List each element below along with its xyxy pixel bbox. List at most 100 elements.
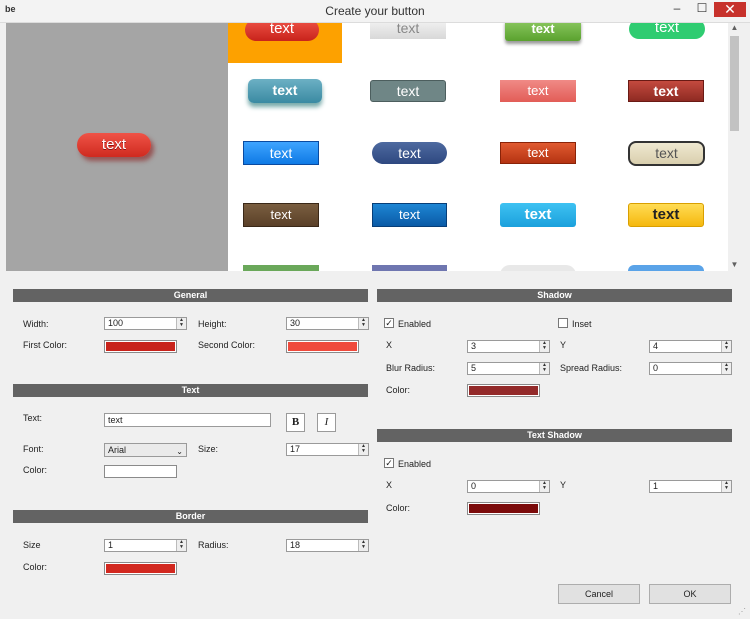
gallery-button[interactable]: text [505, 23, 581, 41]
shadow-inset-label: Inset [572, 319, 592, 329]
radius-label: Radius: [198, 540, 229, 550]
text-shadow-x-stepper[interactable]: 0 ▲ ▼ [467, 480, 550, 493]
text-shadow-x-label: X [386, 480, 393, 490]
spinner-arrows-icon[interactable]: ▲ ▼ [721, 341, 731, 352]
gallery-button[interactable]: text [628, 203, 704, 227]
blur-radius-stepper[interactable]: 5 ▲ ▼ [467, 362, 550, 375]
spinner-arrows-icon[interactable]: ▲ ▼ [176, 318, 186, 329]
gallery-button[interactable]: text [243, 141, 319, 165]
spread-radius-label: Spread Radius: [560, 363, 623, 373]
gallery-button[interactable]: text [372, 203, 447, 227]
first-color-picker[interactable] [104, 340, 177, 353]
gallery-button[interactable]: text [500, 80, 576, 102]
text-color-picker[interactable] [104, 465, 177, 478]
text-shadow-enabled-checkbox[interactable]: ✓ [384, 458, 394, 468]
spinner-arrows-icon[interactable]: ▲ ▼ [539, 341, 549, 352]
gallery-button[interactable]: text [370, 80, 446, 102]
general-header: General [13, 289, 368, 302]
font-value: Arial [108, 445, 127, 455]
height-value: 30 [290, 318, 301, 328]
font-select[interactable]: Arial ⌄ [104, 443, 187, 457]
gallery-button-partial[interactable] [372, 265, 447, 271]
spinner-arrows-icon[interactable]: ▲ ▼ [721, 363, 731, 374]
bold-button[interactable]: B [286, 413, 305, 432]
spinner-arrows-icon[interactable]: ▲ ▼ [358, 444, 368, 455]
spread-radius-stepper[interactable]: 0 ▲ ▼ [649, 362, 732, 375]
window-title: Create your button [325, 4, 425, 18]
spinner-arrows-icon[interactable]: ▲ ▼ [358, 318, 368, 329]
gallery-button[interactable]: text [245, 23, 319, 41]
maximize-button[interactable]: ☐ [690, 2, 714, 17]
height-stepper[interactable]: 30 ▲ ▼ [286, 317, 369, 330]
text-color-label: Color: [23, 465, 48, 475]
shadow-inset-checkbox[interactable] [558, 318, 568, 328]
text-shadow-enabled-label: Enabled [398, 459, 432, 469]
spinner-arrows-icon[interactable]: ▲ ▼ [721, 481, 731, 492]
gallery-button[interactable]: text [500, 142, 576, 164]
blur-radius-value: 5 [471, 363, 477, 373]
spinner-arrows-icon[interactable]: ▲ ▼ [176, 540, 186, 551]
shadow-y-label: Y [560, 340, 567, 350]
text-input[interactable]: text [104, 413, 271, 427]
first-color-label: First Color: [23, 340, 68, 350]
border-color-swatch [106, 564, 175, 573]
gallery-button[interactable]: text [370, 23, 446, 39]
italic-button[interactable]: I [317, 413, 336, 432]
font-size-stepper[interactable]: 17 ▲ ▼ [286, 443, 369, 456]
spinner-arrows-icon[interactable]: ▲ ▼ [539, 481, 549, 492]
text-shadow-y-label: Y [560, 480, 567, 490]
gallery-button-partial[interactable] [500, 265, 576, 271]
shadow-color-swatch [469, 386, 538, 395]
gallery-button[interactable]: text [248, 79, 322, 103]
gallery-button[interactable]: text [629, 23, 705, 39]
minimize-button[interactable]: – [665, 2, 689, 17]
shadow-color-picker[interactable] [467, 384, 540, 397]
gallery-button[interactable]: text [372, 142, 447, 164]
border-size-stepper[interactable]: 1 ▲ ▼ [104, 539, 187, 552]
shadow-y-stepper[interactable]: 4 ▲ ▼ [649, 340, 732, 353]
scroll-up-arrow-icon[interactable]: ▲ [728, 23, 741, 35]
radius-stepper[interactable]: 18 ▲ ▼ [286, 539, 369, 552]
text-shadow-y-stepper[interactable]: 1 ▲ ▼ [649, 480, 732, 493]
resize-grip-icon[interactable]: ⋰ [738, 607, 746, 616]
gallery-button-partial[interactable] [243, 265, 319, 271]
second-color-label: Second Color: [198, 340, 256, 350]
cancel-button[interactable]: Cancel [558, 584, 640, 604]
blur-radius-label: Blur Radius: [386, 363, 436, 373]
scroll-down-arrow-icon[interactable]: ▼ [728, 260, 741, 272]
text-header: Text [13, 384, 368, 397]
border-color-label: Color: [23, 562, 48, 572]
second-color-picker[interactable] [286, 340, 359, 353]
shadow-enabled-label: Enabled [398, 319, 432, 329]
shadow-header: Shadow [377, 289, 732, 302]
gallery-button[interactable]: text [628, 80, 704, 102]
chevron-down-icon: ⌄ [176, 447, 183, 456]
shadow-x-stepper[interactable]: 3 ▲ ▼ [467, 340, 550, 353]
scrollbar-thumb[interactable] [730, 36, 739, 131]
font-label: Font: [23, 444, 44, 454]
shadow-y-value: 4 [653, 341, 659, 351]
first-color-swatch [106, 342, 175, 351]
text-shadow-color-picker[interactable] [467, 502, 540, 515]
close-button[interactable]: ✕ [714, 2, 746, 17]
gallery-button[interactable]: text [628, 141, 705, 166]
border-color-picker[interactable] [104, 562, 177, 575]
border-size-label: Size [23, 540, 41, 550]
spinner-arrows-icon[interactable]: ▲ ▼ [358, 540, 368, 551]
gallery-button[interactable]: text [500, 203, 576, 227]
spinner-arrows-icon[interactable]: ▲ ▼ [539, 363, 549, 374]
text-shadow-x-value: 0 [471, 481, 477, 491]
text-shadow-color-label: Color: [386, 503, 411, 513]
spread-radius-value: 0 [653, 363, 659, 373]
radius-value: 18 [290, 540, 301, 550]
shadow-enabled-checkbox[interactable]: ✓ [384, 318, 394, 328]
size-label: Size: [198, 444, 219, 454]
gallery-button-partial[interactable] [628, 265, 704, 271]
shadow-x-label: X [386, 340, 393, 350]
text-color-swatch [106, 467, 175, 476]
ok-button[interactable]: OK [649, 584, 731, 604]
gallery-button[interactable]: text [243, 203, 319, 227]
font-size-value: 17 [290, 444, 301, 454]
button-gallery: text text text text text text text text … [228, 23, 728, 271]
width-stepper[interactable]: 100 ▲ ▼ [104, 317, 187, 330]
